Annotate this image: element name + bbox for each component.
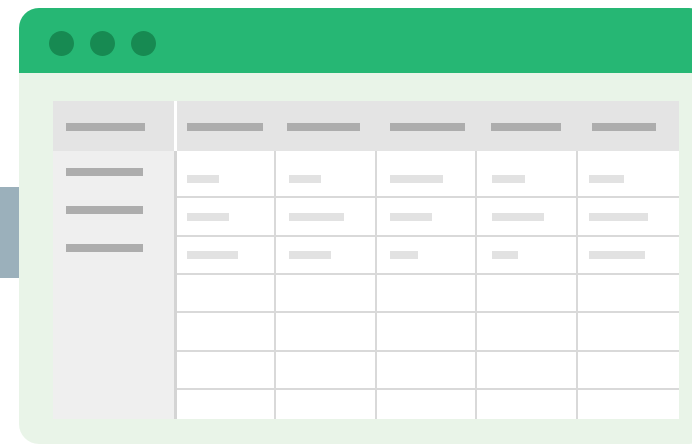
column-header-row: [53, 101, 679, 151]
column-header-placeholder[interactable]: [287, 123, 360, 131]
window-control-dot-icon[interactable]: [90, 31, 115, 56]
row-header-divider: [174, 151, 177, 419]
cell-placeholder[interactable]: [589, 251, 645, 259]
row-header-column: [53, 151, 174, 419]
window-control-dot-icon[interactable]: [49, 31, 74, 56]
cell-placeholder[interactable]: [492, 213, 544, 221]
cell-placeholder[interactable]: [390, 251, 418, 259]
header-divider: [174, 101, 177, 151]
cell-placeholder[interactable]: [589, 213, 648, 221]
spreadsheet: [53, 101, 679, 419]
column-header-placeholder[interactable]: [592, 123, 656, 131]
cell-placeholder[interactable]: [187, 213, 229, 221]
row-header-placeholder[interactable]: [66, 168, 143, 176]
cell-placeholder[interactable]: [187, 175, 219, 183]
grid-line-vertical: [274, 151, 276, 419]
cell-placeholder[interactable]: [187, 251, 238, 259]
grid-line-horizontal: [177, 311, 679, 313]
cell-placeholder[interactable]: [492, 175, 525, 183]
row-header-placeholder[interactable]: [66, 244, 143, 252]
grid-line-horizontal: [177, 196, 679, 198]
grid-line-vertical: [375, 151, 377, 419]
cell-placeholder[interactable]: [289, 251, 331, 259]
cell-placeholder[interactable]: [589, 175, 624, 183]
column-header-placeholder[interactable]: [390, 123, 465, 131]
grid-line-horizontal: [177, 235, 679, 237]
title-bar: [19, 8, 692, 73]
cell-placeholder[interactable]: [390, 175, 443, 183]
grid-line-horizontal: [177, 350, 679, 352]
grid-line-vertical: [576, 151, 578, 419]
column-header-placeholder[interactable]: [491, 123, 561, 131]
grid-line-horizontal: [177, 388, 679, 390]
cell-placeholder[interactable]: [289, 175, 321, 183]
cell-placeholder[interactable]: [492, 251, 518, 259]
cell-placeholder[interactable]: [390, 213, 432, 221]
column-header-placeholder[interactable]: [187, 123, 263, 131]
grid-line-vertical: [475, 151, 477, 419]
side-panel-tab[interactable]: [0, 187, 19, 278]
cell-placeholder[interactable]: [289, 213, 344, 221]
app-window: [19, 8, 692, 444]
window-control-dot-icon[interactable]: [131, 31, 156, 56]
grid-line-horizontal: [177, 273, 679, 275]
corner-header-placeholder: [66, 123, 145, 131]
row-header-placeholder[interactable]: [66, 206, 143, 214]
